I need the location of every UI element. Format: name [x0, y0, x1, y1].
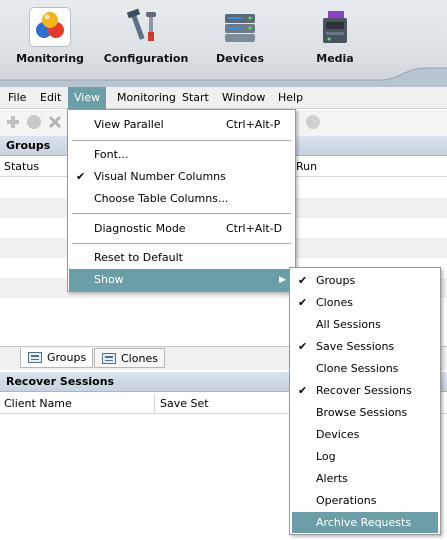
menu-separator — [72, 213, 291, 214]
show-groups-item[interactable]: ✔ Groups — [292, 270, 438, 291]
checkmark-icon: ✔ — [298, 296, 308, 309]
show-operations-item[interactable]: Operations — [292, 490, 438, 511]
view-menu-dropdown: View Parallel Ctrl+Alt-P Font... ✔ Visua… — [67, 109, 296, 292]
show-alerts-item[interactable]: Alerts — [292, 468, 438, 489]
show-submenu: ✔ Groups ✔ Clones All Sessions ✔ Save Se… — [289, 267, 441, 535]
menu-separator — [72, 140, 291, 141]
show-alerts-label: Alerts — [316, 472, 348, 485]
menu-bar: File Edit View Monitoring Start Window H… — [0, 87, 447, 109]
menu-window[interactable]: Window — [216, 87, 271, 109]
show-clones-label: Clones — [316, 296, 353, 309]
info-icon[interactable] — [27, 115, 41, 129]
show-archive-requests-label: Archive Requests — [316, 516, 412, 529]
show-groups-label: Groups — [316, 274, 356, 287]
media-button[interactable]: Media — [295, 6, 375, 68]
devices-button[interactable]: Devices — [200, 6, 280, 68]
media-storage-icon — [316, 8, 354, 46]
checkmark-icon: ✔ — [298, 384, 308, 397]
groups-tab-icon — [28, 352, 42, 363]
view-parallel-item[interactable]: View Parallel Ctrl+Alt-P — [69, 114, 294, 136]
show-archive-requests-item[interactable]: Archive Requests — [292, 512, 438, 533]
tab-groups-label: Groups — [47, 351, 87, 364]
monitoring-label: Monitoring — [16, 52, 84, 65]
font-item[interactable]: Font... — [69, 144, 294, 166]
column-run[interactable]: Run — [292, 157, 447, 177]
menu-start[interactable]: Start — [176, 87, 215, 109]
toolbar-wave-decoration — [0, 67, 447, 88]
monitoring-button[interactable]: Monitoring — [10, 6, 90, 68]
delete-icon[interactable] — [48, 115, 62, 129]
column-client-name[interactable]: Client Name — [0, 394, 155, 414]
show-item[interactable]: Show ▶ — [69, 269, 294, 291]
show-recover-sessions-item[interactable]: ✔ Recover Sessions — [292, 380, 438, 401]
menu-help[interactable]: Help — [272, 87, 309, 109]
configuration-label: Configuration — [103, 52, 189, 65]
monitoring-molecule-icon — [29, 7, 71, 47]
show-recover-sessions-label: Recover Sessions — [316, 384, 412, 397]
show-all-sessions-item[interactable]: All Sessions — [292, 314, 438, 335]
menu-view[interactable]: View — [68, 87, 107, 109]
visual-number-columns-item[interactable]: ✔ Visual Number Columns — [69, 166, 294, 188]
configuration-tools-icon — [126, 8, 165, 46]
show-label: Show — [94, 273, 124, 286]
menu-separator — [72, 243, 291, 244]
font-label: Font... — [94, 148, 129, 161]
view-parallel-label: View Parallel — [94, 118, 164, 131]
show-save-sessions-item[interactable]: ✔ Save Sessions — [292, 336, 438, 357]
add-icon[interactable] — [6, 115, 20, 129]
menu-edit[interactable]: Edit — [34, 87, 67, 109]
diagnostic-mode-shortcut: Ctrl+Alt-D — [226, 222, 283, 235]
view-parallel-shortcut: Ctrl+Alt-P — [226, 118, 281, 131]
stop-icon[interactable] — [306, 115, 320, 129]
show-log-label: Log — [316, 450, 336, 463]
reset-to-default-label: Reset to Default — [94, 251, 183, 264]
tab-groups[interactable]: Groups — [20, 348, 94, 368]
devices-label: Devices — [215, 52, 265, 65]
visual-number-columns-label: Visual Number Columns — [94, 170, 226, 183]
configuration-button[interactable]: Configuration — [100, 6, 192, 68]
tab-clones-label: Clones — [121, 352, 158, 365]
checkmark-icon: ✔ — [298, 340, 308, 353]
show-clones-item[interactable]: ✔ Clones — [292, 292, 438, 313]
checkmark-icon: ✔ — [76, 170, 86, 183]
show-operations-label: Operations — [316, 494, 377, 507]
show-log-item[interactable]: Log — [292, 446, 438, 467]
checkmark-icon: ✔ — [298, 274, 308, 287]
reset-to-default-item[interactable]: Reset to Default — [69, 247, 294, 269]
show-devices-item[interactable]: Devices — [292, 424, 438, 445]
show-all-sessions-label: All Sessions — [316, 318, 381, 331]
show-save-sessions-label: Save Sessions — [316, 340, 395, 353]
choose-table-columns-item[interactable]: Choose Table Columns... — [69, 188, 294, 210]
show-browse-sessions-label: Browse Sessions — [316, 406, 408, 419]
choose-table-columns-label: Choose Table Columns... — [94, 192, 229, 205]
show-clone-sessions-item[interactable]: Clone Sessions — [292, 358, 438, 379]
diagnostic-mode-label: Diagnostic Mode — [94, 222, 186, 235]
menu-monitoring[interactable]: Monitoring — [111, 87, 182, 109]
tab-clones[interactable]: Clones — [94, 348, 165, 368]
show-browse-sessions-item[interactable]: Browse Sessions — [292, 402, 438, 423]
clones-tab-icon — [102, 353, 116, 364]
diagnostic-mode-item[interactable]: Diagnostic Mode Ctrl+Alt-D — [69, 218, 294, 240]
menu-file[interactable]: File — [2, 87, 32, 109]
devices-server-icon — [221, 8, 259, 46]
media-label: Media — [316, 52, 354, 65]
main-toolbar: Monitoring Configuration Devices Media — [0, 0, 447, 88]
show-devices-label: Devices — [316, 428, 360, 441]
show-clone-sessions-label: Clone Sessions — [316, 362, 399, 375]
submenu-arrow-icon: ▶ — [279, 275, 286, 285]
